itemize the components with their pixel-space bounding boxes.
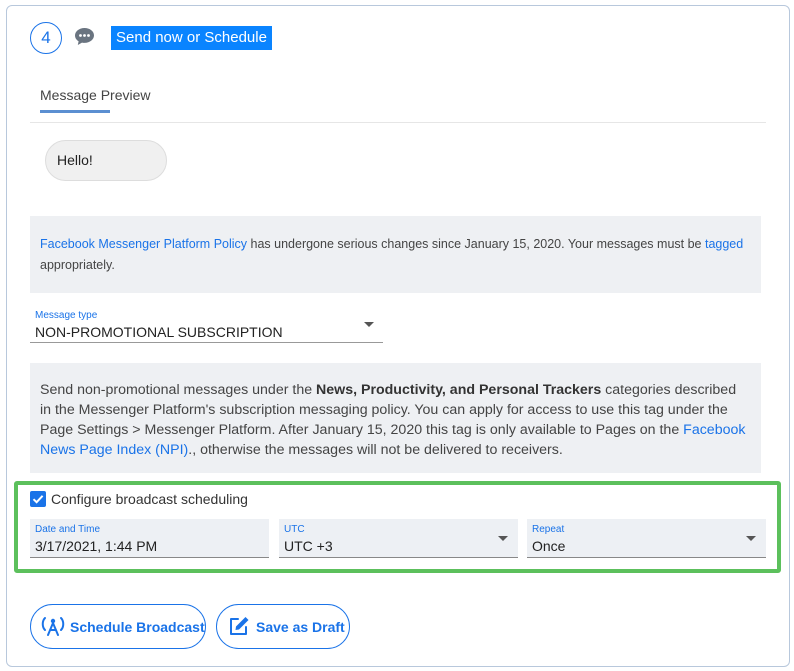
chevron-down-icon: [364, 322, 374, 327]
repeat-value: Once: [532, 538, 566, 554]
save-draft-label: Save as Draft: [256, 619, 345, 635]
message-type-value: NON-PROMOTIONAL SUBSCRIPTION: [35, 324, 283, 340]
policy-link[interactable]: Facebook Messenger Platform Policy: [40, 237, 247, 251]
edit-pencil-icon: [230, 617, 249, 635]
tab-divider: [30, 122, 766, 123]
repeat-label: Repeat: [532, 524, 565, 535]
schedule-broadcast-button[interactable]: Schedule Broadcast: [30, 604, 206, 649]
broadcast-antenna-icon: [41, 617, 65, 636]
chevron-down-icon: [746, 536, 756, 541]
step-title: Send now or Schedule: [111, 26, 272, 50]
message-type-select[interactable]: Message type NON-PROMOTIONAL SUBSCRIPTIO…: [30, 305, 383, 343]
timezone-label: UTC: [284, 524, 305, 535]
desc-text-1: Send non-promotional messages under the: [40, 382, 317, 398]
message-type-label: Message type: [35, 310, 98, 321]
timezone-select[interactable]: UTC UTC +3: [279, 519, 518, 558]
repeat-select[interactable]: Repeat Once: [527, 519, 766, 558]
date-time-field[interactable]: Date and Time 3/17/2021, 1:44 PM: [30, 519, 269, 558]
tagged-link[interactable]: tagged: [705, 237, 743, 251]
message-preview-text: Hello!: [57, 152, 93, 168]
schedule-broadcast-label: Schedule Broadcast: [70, 619, 205, 635]
desc-bold: News, Productivity, and Personal Tracker…: [316, 382, 602, 398]
date-time-value: 3/17/2021, 1:44 PM: [35, 538, 158, 554]
timezone-value: UTC +3: [284, 538, 333, 554]
save-draft-button[interactable]: Save as Draft: [216, 604, 350, 649]
scheduling-checkbox[interactable]: [30, 491, 46, 507]
chat-bubble-icon: [75, 28, 94, 45]
notice-text-2: appropriately.: [40, 258, 115, 272]
message-type-description: Send non-promotional messages under the …: [30, 363, 761, 473]
notice-text-1: has undergone serious changes since Janu…: [247, 237, 705, 251]
check-icon: [32, 495, 44, 504]
desc-text-3: ., otherwise the messages will not be de…: [188, 442, 563, 458]
date-time-label: Date and Time: [35, 524, 101, 535]
policy-notice: Facebook Messenger Platform Policy has u…: [30, 216, 761, 293]
tab-active-indicator: [40, 110, 110, 113]
message-preview-bubble: Hello!: [45, 140, 167, 181]
scheduling-checkbox-label[interactable]: Configure broadcast scheduling: [51, 491, 248, 507]
chevron-down-icon: [498, 536, 508, 541]
tab-message-preview[interactable]: Message Preview: [40, 87, 151, 103]
step-number: 4: [30, 22, 62, 54]
